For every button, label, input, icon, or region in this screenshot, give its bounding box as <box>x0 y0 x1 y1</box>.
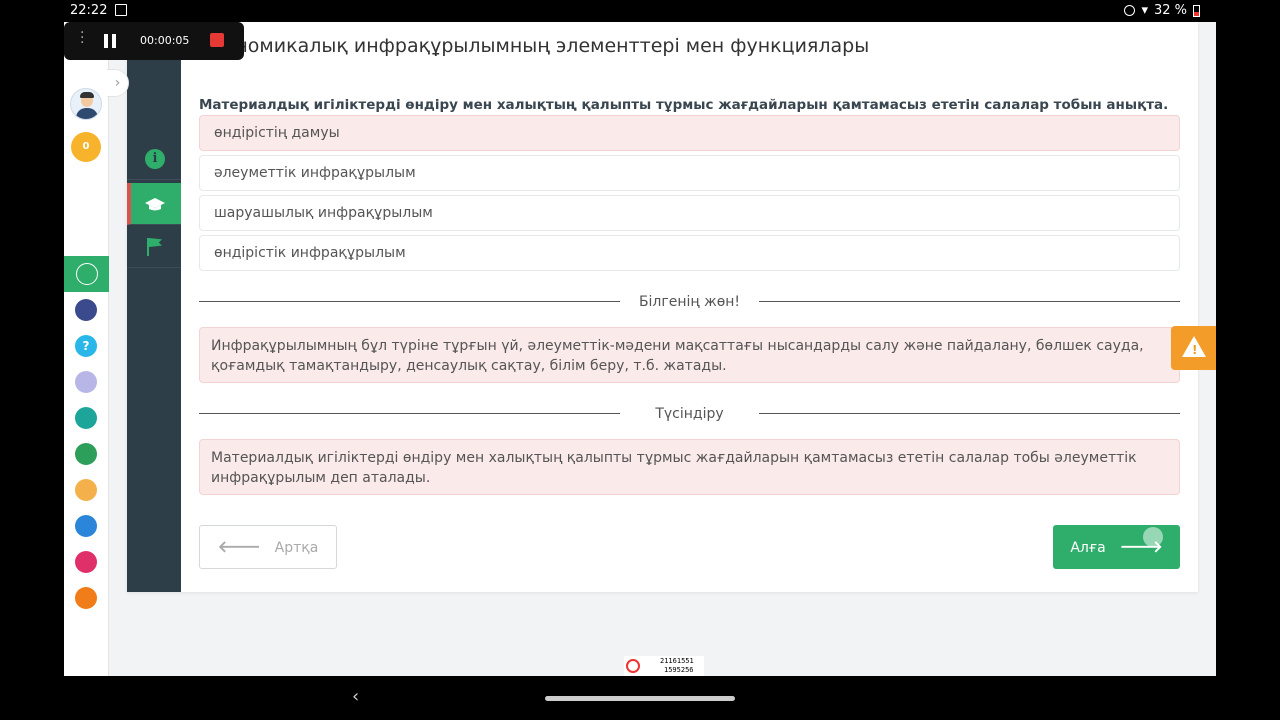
divider-line <box>759 301 1180 302</box>
answer-option-2[interactable]: әлеуметтік инфрақұрылым <box>199 155 1180 191</box>
touch-indicator <box>1143 527 1163 547</box>
bilim-shop-app-icon[interactable] <box>75 479 97 501</box>
arrow-left-icon: 🡐 <box>217 537 261 556</box>
mektep-app-icon[interactable] <box>75 587 97 609</box>
help-question-icon[interactable]: ? <box>75 335 97 357</box>
answer-option-3[interactable]: шаруашылық инфрақұрылым <box>199 195 1180 231</box>
divider-line <box>199 301 620 302</box>
bilim-app-icon[interactable] <box>75 407 97 429</box>
side-nav-info[interactable]: i <box>127 138 181 180</box>
system-status-bar: 22:22 ▾ 32 % <box>0 0 1280 22</box>
divider-line <box>759 413 1180 414</box>
rail-expand-chevron-icon[interactable]: › <box>107 69 129 97</box>
recorder-elapsed-time: 00:00:05 <box>140 34 190 47</box>
counter-line-1: 21161551 <box>660 657 694 665</box>
nav-back-icon[interactable]: ‹ <box>352 686 359 707</box>
flag-pole <box>147 238 149 256</box>
avatar-body <box>76 108 98 119</box>
recorder-pause-icon[interactable] <box>104 34 116 48</box>
online-lesson-app-icon[interactable] <box>64 256 109 292</box>
do-not-disturb-icon <box>1124 5 1136 16</box>
side-nav-lesson[interactable] <box>127 183 181 225</box>
user-avatar[interactable] <box>70 88 102 120</box>
side-nav-finish[interactable] <box>127 226 181 268</box>
graduation-cap-icon <box>145 198 165 211</box>
smart-app-icon[interactable] <box>75 299 97 321</box>
explanation-box: Материалдық игіліктерді өндіру мен халық… <box>199 439 1180 495</box>
hint-heading: Білгенің жөн! <box>638 294 741 310</box>
online-lesson-app-badge <box>75 263 98 285</box>
home-gesture-pill[interactable] <box>545 696 735 701</box>
lesson-title: Экономикалық инфрақұрылымның элементтері… <box>199 35 870 57</box>
info-icon: i <box>145 149 165 169</box>
explanation-heading: Түсіндіру <box>655 406 724 422</box>
status-time: 22:22 <box>70 3 108 18</box>
counter-line-2: 1595256 <box>664 666 694 674</box>
warning-exclamation: ! <box>1192 343 1198 357</box>
board-app-icon[interactable] <box>75 371 97 393</box>
back-button[interactable]: 🡐 Артқа <box>199 525 337 569</box>
battery-icon <box>1193 4 1200 17</box>
system-nav-bar: ‹ <box>0 676 1280 720</box>
app-screen: 0 ? › i Экономикалық инфрақұрылымның эле… <box>64 22 1216 676</box>
report-problem-tab[interactable]: ! <box>1171 326 1216 370</box>
screen-recorder-overlay: · · · 00:00:05 <box>64 22 244 60</box>
counter-widget: 21161551 1595256 <box>624 656 704 676</box>
back-button-label: Артқа <box>274 540 319 556</box>
status-indicators: ▾ 32 % <box>1124 3 1200 18</box>
next-button[interactable]: Алға 🡒 <box>1053 525 1180 569</box>
module-side-nav: i <box>127 22 181 592</box>
test-app-icon[interactable] <box>75 515 97 537</box>
hint-box: Инфрақұрылымның бұл түріне тұрғын үй, әл… <box>199 327 1180 383</box>
divider-line <box>199 413 620 414</box>
bilim-land-app-icon[interactable] <box>75 443 97 465</box>
next-button-label: Алға <box>1070 540 1106 556</box>
flag-cloth <box>149 238 162 247</box>
battery-text: 32 % <box>1153 3 1187 18</box>
explanation-divider: Түсіндіру <box>199 404 1180 424</box>
answer-option-1[interactable]: өндірістің дамуы <box>199 115 1180 151</box>
lesson-module: i Экономикалық инфрақұрылымның элементте… <box>127 22 1198 592</box>
hint-divider: Білгенің жөн! <box>199 292 1180 312</box>
left-app-rail: 0 ? <box>64 22 109 676</box>
wifi-icon: ▾ <box>1141 3 1148 18</box>
record-ring-icon <box>626 659 640 673</box>
gallery-notification-icon <box>115 4 127 16</box>
answer-option-4[interactable]: өндірістік инфрақұрылым <box>199 235 1180 271</box>
flag-icon <box>145 237 165 257</box>
coin-counter[interactable]: 0 <box>71 132 101 162</box>
recorder-stop-icon[interactable] <box>210 33 224 47</box>
avatar-hair <box>80 92 94 98</box>
recorder-menu-icon[interactable]: · · · <box>80 26 84 50</box>
question-text: Материалдық игіліктерді өндіру мен халық… <box>199 97 1169 113</box>
twig-app-icon[interactable] <box>75 551 97 573</box>
